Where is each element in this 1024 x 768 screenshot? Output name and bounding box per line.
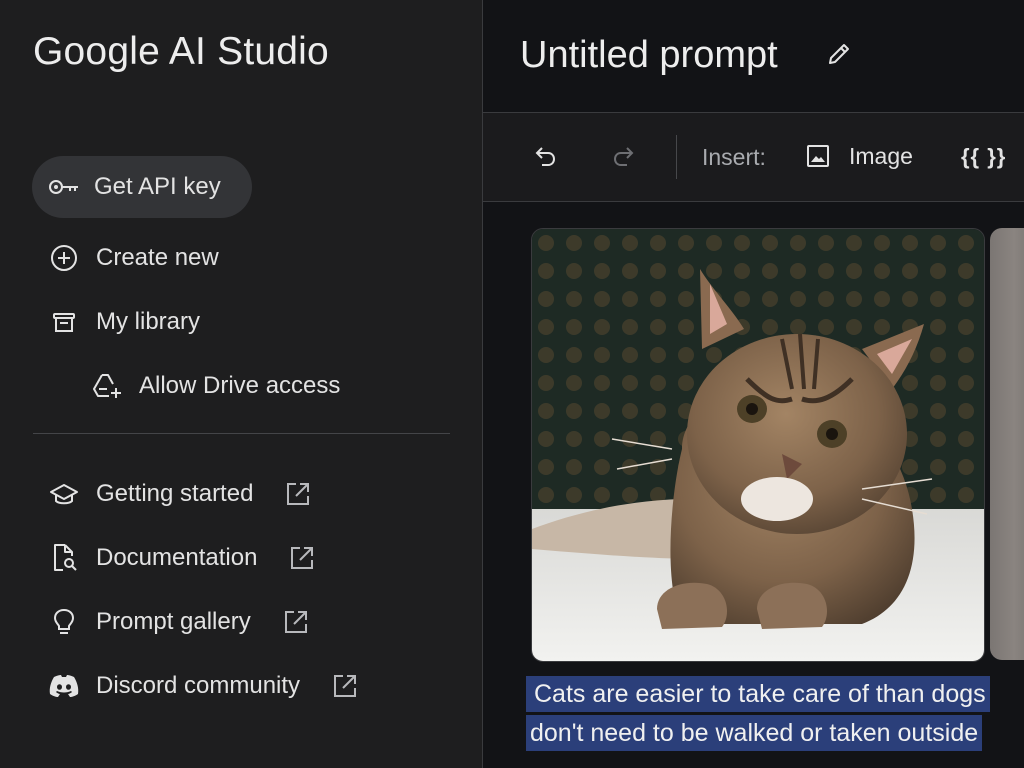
prompt-gallery-label: Prompt gallery	[96, 608, 251, 635]
drive-add-icon	[91, 370, 123, 402]
external-link-icon	[332, 673, 358, 699]
prompt-text-line[interactable]: Cats are easier to take care of than dog…	[526, 676, 990, 712]
documentation-label: Documentation	[96, 544, 258, 571]
document-search-icon	[48, 542, 80, 574]
image-icon	[805, 143, 831, 169]
prompt-header: Untitled prompt	[483, 0, 1024, 113]
lightbulb-icon	[48, 606, 80, 638]
external-link-icon	[285, 481, 311, 507]
prompt-title[interactable]: Untitled prompt	[520, 34, 778, 77]
allow-drive-access-button[interactable]: Allow Drive access	[91, 370, 340, 402]
insert-variable-label: {{ }}	[961, 144, 1007, 169]
my-library-label: My library	[96, 308, 201, 335]
insert-label: Insert:	[702, 144, 766, 170]
prompt-gallery-link[interactable]: Prompt gallery	[48, 606, 309, 638]
sidebar: Google AI Studio Get API key Create new	[0, 0, 482, 768]
get-api-key-label: Get API key	[94, 173, 221, 200]
external-link-icon	[283, 609, 309, 635]
key-icon	[48, 171, 80, 203]
prompt-text-line[interactable]: don't need to be walked or taken outside	[526, 715, 983, 751]
app-title: Google AI Studio	[33, 30, 329, 73]
sidebar-divider	[33, 433, 450, 434]
cat-photo[interactable]	[531, 228, 985, 662]
create-new-button[interactable]: Create new	[48, 242, 219, 274]
documentation-link[interactable]: Documentation	[48, 542, 315, 574]
undo-icon[interactable]	[531, 141, 559, 171]
insert-image-button[interactable]: Image	[805, 139, 913, 173]
external-link-icon	[289, 545, 315, 571]
redo-icon[interactable]	[610, 141, 638, 171]
get-api-key-button[interactable]: Get API key	[32, 156, 252, 218]
insert-image-label: Image	[849, 142, 913, 169]
toolbar-separator	[676, 135, 677, 179]
getting-started-link[interactable]: Getting started	[48, 478, 311, 510]
discord-community-link[interactable]: Discord community	[48, 670, 358, 702]
getting-started-label: Getting started	[96, 480, 254, 507]
add-circle-icon	[48, 242, 80, 274]
prompt-content: Cats are easier to take care of than dog…	[483, 202, 1024, 768]
school-icon	[48, 478, 80, 510]
discord-icon	[48, 670, 80, 702]
edit-icon[interactable]	[823, 38, 855, 70]
create-new-label: Create new	[96, 244, 219, 271]
prompt-toolbar: Insert: Image {{ }}	[483, 113, 1024, 202]
insert-variable-button[interactable]: {{ }}	[961, 140, 1006, 174]
allow-drive-access-label: Allow Drive access	[139, 372, 341, 399]
library-icon	[48, 306, 80, 338]
discord-community-label: Discord community	[96, 672, 301, 699]
second-image-thumbnail[interactable]	[990, 228, 1024, 660]
my-library-button[interactable]: My library	[48, 306, 200, 338]
